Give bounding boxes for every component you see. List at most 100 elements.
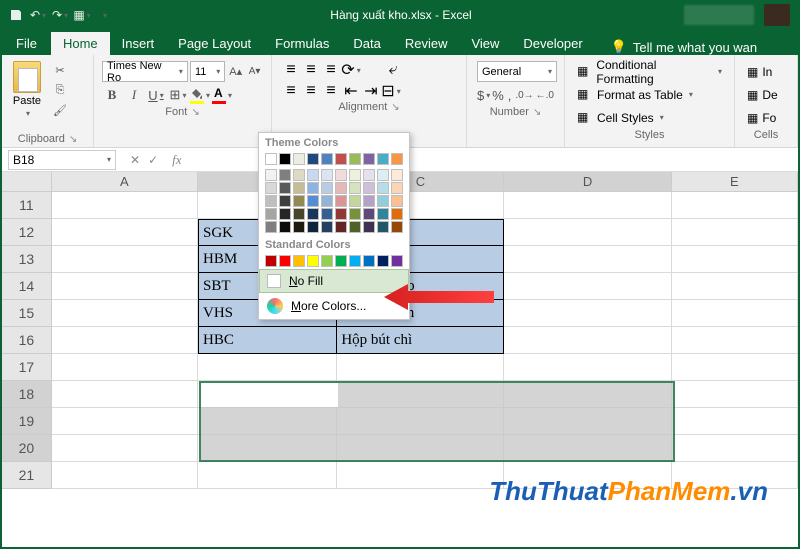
decrease-indent-button[interactable]: ⇤ bbox=[342, 82, 360, 100]
dialog-launcher-icon[interactable]: ↘ bbox=[533, 107, 541, 118]
color-swatch[interactable] bbox=[335, 153, 347, 165]
cell-E19[interactable] bbox=[672, 408, 798, 435]
color-swatch[interactable] bbox=[321, 153, 333, 165]
cell-A17[interactable] bbox=[52, 354, 198, 381]
font-name-select[interactable]: Times New Ro▾ bbox=[102, 61, 188, 82]
format-cells-button[interactable]: ▦ Fo bbox=[747, 107, 785, 128]
align-bottom-button[interactable]: ≡ bbox=[322, 61, 340, 79]
more-colors-item[interactable]: More Colors... bbox=[259, 293, 409, 319]
cell-C19[interactable] bbox=[337, 408, 504, 435]
cell-C16[interactable]: Hộp bút chì bbox=[337, 327, 504, 354]
color-swatch[interactable] bbox=[377, 208, 389, 220]
merge-center-button[interactable]: ⊟▾ bbox=[382, 82, 400, 100]
color-swatch[interactable] bbox=[279, 182, 291, 194]
tab-data[interactable]: Data bbox=[341, 32, 392, 55]
color-swatch[interactable] bbox=[363, 153, 375, 165]
tab-home[interactable]: Home bbox=[51, 32, 110, 55]
color-swatch[interactable] bbox=[391, 153, 403, 165]
undo-icon[interactable]: ↶▾ bbox=[30, 7, 46, 23]
qat-icon[interactable]: ▦▾ bbox=[74, 7, 90, 23]
decrease-decimal-button[interactable]: ←.0 bbox=[536, 85, 554, 105]
decrease-font-button[interactable]: A▾ bbox=[246, 62, 263, 82]
cell-C17[interactable] bbox=[337, 354, 504, 381]
color-swatch[interactable] bbox=[279, 153, 291, 165]
color-swatch[interactable] bbox=[363, 208, 375, 220]
color-swatch[interactable] bbox=[307, 208, 319, 220]
row-header[interactable]: 15 bbox=[2, 300, 52, 327]
color-swatch[interactable] bbox=[377, 195, 389, 207]
cell-B18[interactable] bbox=[198, 381, 337, 408]
cell-C20[interactable] bbox=[337, 435, 504, 462]
row-header[interactable]: 12 bbox=[2, 219, 52, 246]
color-swatch[interactable] bbox=[335, 182, 347, 194]
align-left-button[interactable]: ≡ bbox=[282, 82, 300, 100]
row-header[interactable]: 20 bbox=[2, 435, 52, 462]
color-swatch[interactable] bbox=[377, 221, 389, 233]
row-header[interactable]: 17 bbox=[2, 354, 52, 381]
cell-A16[interactable] bbox=[52, 327, 198, 354]
color-swatch[interactable] bbox=[265, 182, 277, 194]
cell-D16[interactable] bbox=[504, 327, 671, 354]
color-swatch[interactable] bbox=[293, 195, 305, 207]
color-swatch[interactable] bbox=[391, 182, 403, 194]
fill-color-button[interactable]: ▾ bbox=[190, 88, 210, 102]
cell-E13[interactable] bbox=[672, 246, 798, 273]
color-swatch[interactable] bbox=[349, 182, 361, 194]
cell-D12[interactable] bbox=[504, 219, 671, 246]
dialog-launcher-icon[interactable]: ↘ bbox=[191, 107, 199, 118]
borders-button[interactable]: ⊞▾ bbox=[168, 85, 188, 105]
color-swatch[interactable] bbox=[265, 169, 277, 181]
tab-file[interactable]: File bbox=[2, 32, 51, 55]
color-swatch[interactable] bbox=[293, 221, 305, 233]
cell-B21[interactable] bbox=[198, 462, 337, 489]
color-swatch[interactable] bbox=[391, 255, 403, 267]
tab-developer[interactable]: Developer bbox=[511, 32, 594, 55]
cell-B17[interactable] bbox=[198, 354, 337, 381]
number-format-select[interactable]: General▾ bbox=[477, 61, 557, 82]
color-swatch[interactable] bbox=[265, 195, 277, 207]
color-swatch[interactable] bbox=[363, 195, 375, 207]
italic-button[interactable]: I bbox=[124, 85, 144, 105]
color-swatch[interactable] bbox=[279, 208, 291, 220]
customize-qat-icon[interactable]: ▾ bbox=[96, 7, 112, 23]
align-middle-button[interactable]: ≡ bbox=[302, 61, 320, 79]
color-swatch[interactable] bbox=[335, 195, 347, 207]
font-color-button[interactable]: A ▾ bbox=[212, 88, 232, 102]
color-swatch[interactable] bbox=[349, 255, 361, 267]
select-all-corner[interactable] bbox=[2, 172, 52, 191]
tab-formulas[interactable]: Formulas bbox=[263, 32, 341, 55]
orientation-button[interactable]: ⟳▾ bbox=[342, 61, 360, 79]
color-swatch[interactable] bbox=[335, 208, 347, 220]
color-swatch[interactable] bbox=[377, 169, 389, 181]
color-swatch[interactable] bbox=[307, 255, 319, 267]
color-swatch[interactable] bbox=[265, 221, 277, 233]
color-swatch[interactable] bbox=[293, 153, 305, 165]
color-swatch[interactable] bbox=[321, 255, 333, 267]
color-swatch[interactable] bbox=[321, 221, 333, 233]
cell-E18[interactable] bbox=[672, 381, 798, 408]
name-box[interactable]: B18▾ bbox=[8, 150, 116, 170]
cell-D17[interactable] bbox=[504, 354, 671, 381]
row-header[interactable]: 21 bbox=[2, 462, 52, 489]
percent-button[interactable]: % bbox=[492, 85, 504, 105]
color-swatch[interactable] bbox=[335, 221, 347, 233]
color-swatch[interactable] bbox=[279, 221, 291, 233]
color-swatch[interactable] bbox=[363, 182, 375, 194]
cell-D19[interactable] bbox=[504, 408, 671, 435]
color-swatch[interactable] bbox=[391, 169, 403, 181]
cell-D20[interactable] bbox=[504, 435, 671, 462]
color-swatch[interactable] bbox=[377, 153, 389, 165]
comma-button[interactable]: , bbox=[506, 85, 514, 105]
color-swatch[interactable] bbox=[321, 182, 333, 194]
copy-button[interactable]: ⎘ bbox=[50, 81, 70, 99]
delete-cells-button[interactable]: ▦ De bbox=[747, 84, 785, 105]
color-swatch[interactable] bbox=[265, 208, 277, 220]
tab-insert[interactable]: Insert bbox=[110, 32, 167, 55]
underline-button[interactable]: U▾ bbox=[146, 85, 166, 105]
redo-icon[interactable]: ↷▾ bbox=[52, 7, 68, 23]
cell-B20[interactable] bbox=[198, 435, 337, 462]
cell-A18[interactable] bbox=[52, 381, 198, 408]
color-swatch[interactable] bbox=[349, 208, 361, 220]
cell-D18[interactable] bbox=[504, 381, 671, 408]
conditional-formatting-button[interactable]: ▦Conditional Formatting▾ bbox=[577, 61, 722, 82]
